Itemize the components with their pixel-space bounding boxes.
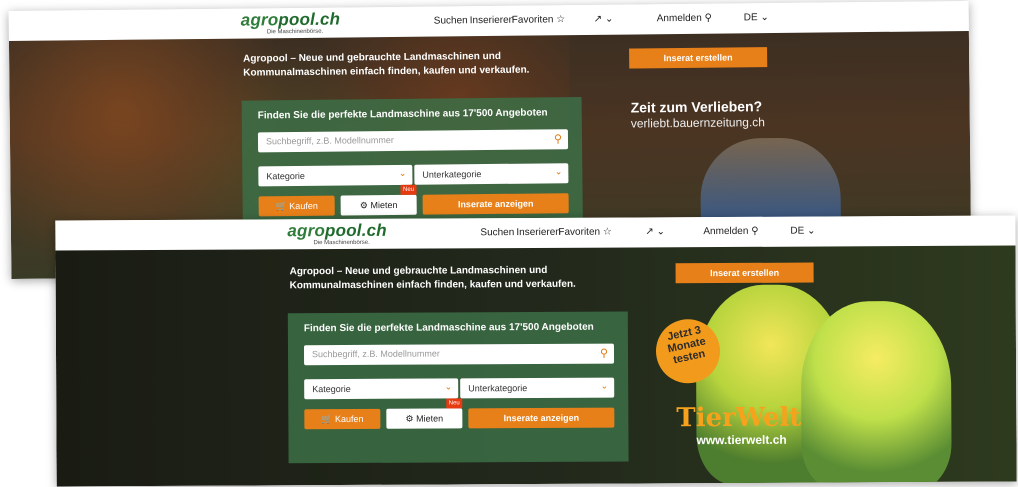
user-icon: ⚲ bbox=[704, 12, 712, 24]
show-listings-button[interactable]: Inserate anzeigen bbox=[468, 407, 615, 429]
logo-subtitle: Die Maschinenbörse. bbox=[266, 28, 324, 36]
search-panel: Finden Sie die perfekte Landmaschine aus… bbox=[287, 311, 629, 464]
category-label: Kategorie bbox=[312, 383, 351, 395]
ad-title[interactable]: Zeit zum Verlieben? bbox=[631, 98, 763, 115]
subcategory-select[interactable]: Unterkategorie ⌄ bbox=[460, 377, 615, 399]
subcategory-label: Unterkategorie bbox=[468, 383, 528, 394]
new-badge: Neu bbox=[400, 184, 417, 195]
mieten-button[interactable]: ⚙ Mieten bbox=[340, 194, 417, 216]
kaufen-button[interactable]: 🛒 Kaufen bbox=[304, 408, 381, 430]
chevron-down-icon: ⌄ bbox=[600, 380, 609, 391]
nav-suchen[interactable]: Suchen bbox=[434, 15, 468, 26]
language-select[interactable]: DE ⌄ bbox=[744, 12, 769, 23]
external-link-icon: ↗ bbox=[645, 226, 654, 238]
search-icon[interactable]: ⚲ bbox=[600, 347, 608, 360]
search-panel-title: Finden Sie die perfekte Landmaschine aus… bbox=[303, 321, 594, 335]
tagline: Agropool – Neue und gebrauchte Landmasch… bbox=[290, 264, 590, 294]
chevron-down-icon: ⌄ bbox=[554, 166, 563, 177]
mieten-label: Mieten bbox=[370, 199, 398, 211]
tagline-line2: Kommunalmaschinen einfach finden, kaufen… bbox=[289, 278, 576, 292]
new-badge: Neu bbox=[446, 398, 463, 409]
chevron-down-icon: ⌄ bbox=[656, 226, 665, 238]
kaufen-label: Kaufen bbox=[289, 200, 318, 212]
tierwelt-url[interactable]: www.tierwelt.ch bbox=[696, 433, 786, 447]
budgie-right-photo bbox=[800, 300, 952, 487]
language-select[interactable]: DE ⌄ bbox=[790, 226, 815, 237]
mieten-label: Mieten bbox=[416, 413, 444, 424]
category-select[interactable]: Kategorie ⌄ bbox=[304, 378, 459, 400]
nav-favoriten[interactable]: Favoriten ☆ bbox=[558, 227, 611, 238]
nav-favoriten[interactable]: Favoriten ☆ bbox=[512, 14, 566, 26]
favoriten-label: Favoriten bbox=[511, 14, 554, 26]
anmelden-label: Anmelden bbox=[656, 12, 702, 25]
favoriten-label: Favoriten bbox=[558, 226, 601, 238]
mieten-button[interactable]: ⚙ Mieten bbox=[386, 408, 463, 429]
hero: Agropool – Neue und gebrauchte Landmasch… bbox=[55, 245, 1017, 487]
search-input[interactable]: Suchbegriff, z.B. Modellnummer ⚲ bbox=[303, 343, 615, 366]
user-icon: ⚲ bbox=[751, 225, 759, 237]
chevron-down-icon: ⌄ bbox=[807, 225, 816, 237]
search-panel-title: Finden Sie die perfekte Landmaschine aus… bbox=[257, 107, 548, 122]
chevron-down-icon: ⌄ bbox=[444, 381, 453, 392]
cart-icon: 🛒 bbox=[275, 201, 287, 212]
search-placeholder: Suchbegriff, z.B. Modellnummer bbox=[311, 348, 440, 360]
star-icon: ☆ bbox=[602, 226, 612, 238]
cart-icon: 🛒 bbox=[321, 414, 333, 425]
nav-suchen[interactable]: Suchen bbox=[480, 227, 514, 238]
logo[interactable]: agropool.ch bbox=[241, 10, 341, 31]
external-links-menu[interactable]: ↗ ⌄ bbox=[594, 14, 614, 25]
language-label: DE bbox=[743, 12, 758, 24]
language-label: DE bbox=[790, 225, 805, 237]
tierwelt-brand[interactable]: TierWelt bbox=[676, 403, 801, 434]
chevron-down-icon: ⌄ bbox=[760, 12, 769, 24]
chevron-down-icon: ⌄ bbox=[604, 13, 614, 25]
anmelden-label: Anmelden bbox=[703, 225, 749, 238]
show-listings-button[interactable]: Inserate anzeigen bbox=[422, 193, 569, 215]
rental-icon: ⚙ bbox=[405, 413, 414, 424]
chevron-down-icon: ⌄ bbox=[398, 167, 407, 178]
search-icon[interactable]: ⚲ bbox=[554, 132, 562, 145]
create-listing-button[interactable]: Inserat erstellen bbox=[629, 47, 768, 69]
subcategory-select[interactable]: Unterkategorie ⌄ bbox=[414, 163, 569, 185]
search-input[interactable]: Suchbegriff, z.B. Modellnummer ⚲ bbox=[257, 129, 569, 153]
search-placeholder: Suchbegriff, z.B. Modellnummer bbox=[265, 135, 394, 147]
star-icon: ☆ bbox=[556, 14, 566, 26]
logo-subtitle: Die Maschinenbörse. bbox=[313, 239, 370, 247]
nav-inserieren[interactable]: Inserieren bbox=[516, 227, 561, 238]
rental-icon: ⚙ bbox=[359, 200, 368, 211]
logo[interactable]: agropool.ch bbox=[287, 221, 387, 242]
category-select[interactable]: Kategorie ⌄ bbox=[258, 164, 413, 187]
external-links-menu[interactable]: ↗ ⌄ bbox=[645, 226, 665, 237]
ad-url[interactable]: verliebt.bauernzeitung.ch bbox=[631, 115, 765, 130]
nav-inserieren[interactable]: Inserieren bbox=[470, 15, 515, 26]
kaufen-button[interactable]: 🛒 Kaufen bbox=[258, 195, 335, 217]
kaufen-label: Kaufen bbox=[334, 413, 364, 425]
tagline: Agropool – Neue und gebrauchte Landmasch… bbox=[243, 49, 543, 80]
screenshot-front: agropool.ch Die Maschinenbörse. Suchen I… bbox=[55, 215, 1017, 487]
nav-anmelden[interactable]: Anmelden ⚲ bbox=[703, 226, 758, 237]
subcategory-label: Unterkategorie bbox=[422, 169, 482, 180]
create-listing-button[interactable]: Inserat erstellen bbox=[675, 262, 814, 284]
nav-anmelden[interactable]: Anmelden ⚲ bbox=[657, 13, 712, 25]
category-label: Kategorie bbox=[266, 170, 305, 182]
external-link-icon: ↗ bbox=[593, 13, 603, 25]
